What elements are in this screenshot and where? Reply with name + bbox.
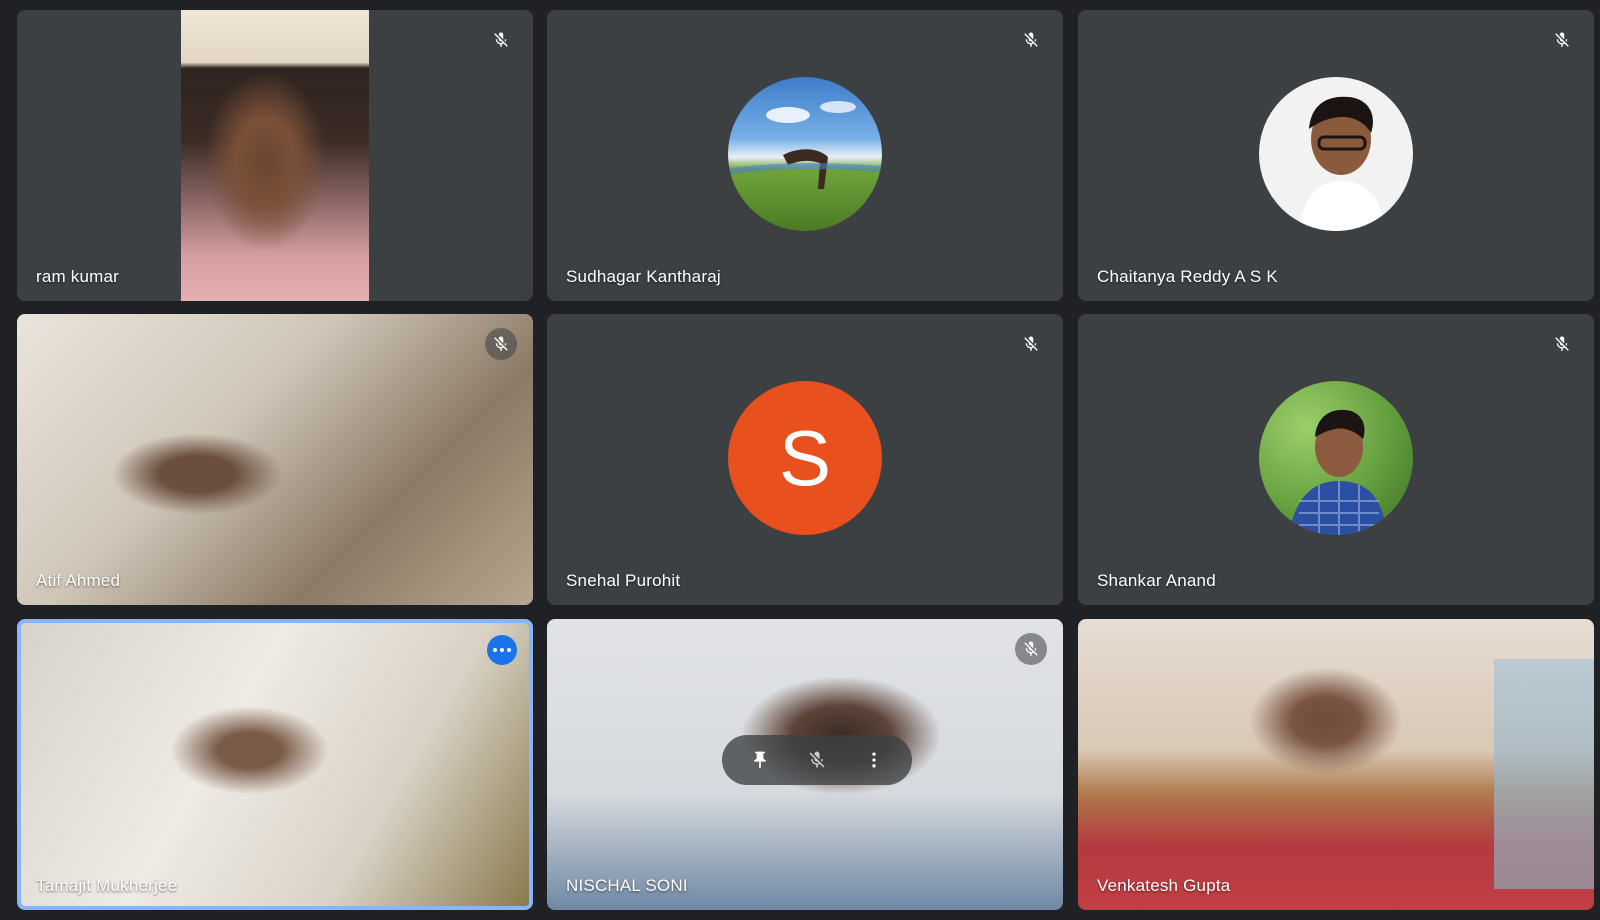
participant-name: Shankar Anand <box>1097 571 1216 590</box>
participant-tile[interactable]: Chaitanya Reddy A S K <box>1078 10 1594 301</box>
participant-tile[interactable]: Shankar Anand <box>1078 314 1594 605</box>
participant-name: Chaitanya Reddy A S K <box>1097 267 1278 286</box>
mic-off-icon <box>485 24 517 56</box>
participant-name: NISCHAL SONI <box>566 876 688 895</box>
participant-tile[interactable]: NISCHAL SONI <box>547 619 1063 910</box>
participant-name: Sudhagar Kantharaj <box>566 267 721 286</box>
mic-off-icon <box>1546 328 1578 360</box>
tile-hover-toolbar <box>722 735 912 785</box>
participant-tile-active-speaker[interactable]: Tamajit Mukherjee <box>17 619 533 910</box>
mic-off-icon[interactable] <box>800 743 834 777</box>
participant-tile[interactable]: Venkatesh Gupta <box>1078 619 1594 910</box>
video-feed <box>181 10 369 301</box>
more-options-icon[interactable] <box>487 635 517 665</box>
mic-off-icon <box>1015 328 1047 360</box>
avatar <box>1259 77 1413 231</box>
participant-tile[interactable]: S Snehal Purohit <box>547 314 1063 605</box>
avatar <box>1259 381 1413 535</box>
vertical-dots-icon[interactable] <box>857 743 891 777</box>
participant-name: Snehal Purohit <box>566 571 681 590</box>
participant-name: Tamajit Mukherjee <box>36 876 178 895</box>
background-window <box>1494 659 1594 889</box>
participant-tile[interactable]: Sudhagar Kantharaj <box>547 10 1063 301</box>
participant-tile[interactable]: Atif Ahmed <box>17 314 533 605</box>
mic-off-icon <box>1015 24 1047 56</box>
participant-name: ram kumar <box>36 267 120 286</box>
mic-off-icon <box>485 328 517 360</box>
participant-name: Venkatesh Gupta <box>1097 876 1231 895</box>
participant-name: Atif Ahmed <box>36 571 121 590</box>
participant-tile[interactable]: ram kumar <box>17 10 533 301</box>
mic-off-icon <box>1546 24 1578 56</box>
letter-avatar: S <box>728 381 882 535</box>
video-feed <box>17 314 533 605</box>
avatar <box>728 77 882 231</box>
pin-icon[interactable] <box>743 743 777 777</box>
video-feed <box>21 623 529 906</box>
mic-off-icon <box>1015 633 1047 665</box>
participant-grid: ram kumar Sudhagar Kantharaj Chaitanya R… <box>0 0 1600 920</box>
